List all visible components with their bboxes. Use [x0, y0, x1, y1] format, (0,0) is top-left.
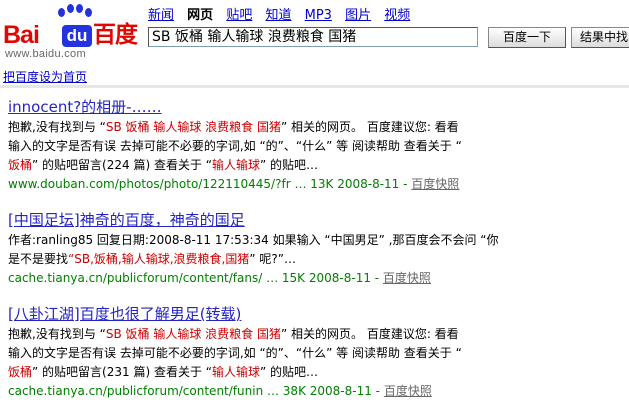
snippet-line: 抱歉,没有找到与 “SB 饭桶 输人输球 浪费粮食 国猪” 相关的网页。 百度建…	[8, 325, 628, 344]
snippet-line: 饭桶” 的贴吧留言(224 篇) 查看关于 “输人输球” 的贴吧…	[8, 156, 628, 175]
snippet-text: 抱歉,没有找到与 “	[8, 327, 106, 341]
result-item: [中国足坛]神奇的百度，神奇的国足 作者:ranling85 回复日期:2008…	[8, 211, 628, 287]
result-snippet: 作者:ranling85 回复日期:2008-8-11 17:53:34 如果输…	[8, 231, 628, 269]
highlighted-keyword: SB 饭桶 输人输球 浪费粮食 国猪	[105, 327, 281, 341]
set-homepage-link[interactable]: 把百度设为首页	[3, 68, 87, 85]
highlighted-keyword: 输人输球	[211, 365, 260, 379]
snippet-text: ” 呢?”…	[249, 252, 296, 266]
logo-text-du: du	[62, 25, 92, 47]
snippet-text: ” 的贴吧…	[260, 365, 319, 379]
snippet-text: 输入的文字是否有误 去掉可能不必要的字词,如 “的”、“什么” 等 阅读帮助 查…	[8, 346, 462, 360]
result-url-line: cache.tianya.cn/publicforum/content/fans…	[8, 269, 628, 287]
highlighted-keyword: SB 饭桶 输人输球 浪费粮食 国猪	[105, 120, 281, 134]
snippet-line: 输入的文字是否有误 去掉可能不必要的字词,如 “的”、“什么” 等 阅读帮助 查…	[8, 137, 628, 156]
highlighted-keyword: 输人输球	[211, 158, 260, 172]
result-title-link[interactable]: innocent?的相册-……	[8, 98, 628, 116]
snippet-line: 作者:ranling85 回复日期:2008-8-11 17:53:34 如果输…	[8, 231, 628, 250]
search-within-results-button[interactable]: 结果中找	[571, 27, 629, 48]
tab-mp3[interactable]: MP3	[305, 8, 332, 23]
cache-link[interactable]: 百度快照	[384, 384, 432, 398]
snippet-text: 是不是要找	[8, 252, 69, 266]
snippet-text: ” 相关的网页。 百度建议您: 看看	[280, 327, 459, 341]
result-title-link[interactable]: [八卦江湖]百度也很了解男足(转载)	[8, 305, 628, 323]
header-divider	[0, 85, 629, 88]
snippet-line: 是不是要找“SB,饭桶,输人输球,浪费粮食,国猪” 呢?”…	[8, 250, 628, 269]
highlighted-keyword: 饭桶	[8, 365, 33, 379]
snippet-text: ” 的贴吧留言(224 篇) 查看关于 “	[32, 158, 212, 172]
result-url: cache.tianya.cn/publicforum/content/fans…	[8, 271, 383, 285]
snippet-text: ” 的贴吧…	[260, 158, 319, 172]
snippet-line: 输入的文字是否有误 去掉可能不必要的字词,如 “的”、“什么” 等 阅读帮助 查…	[8, 344, 628, 363]
tab-news[interactable]: 新闻	[148, 8, 174, 23]
snippet-text: ” 相关的网页。 百度建议您: 看看	[280, 120, 459, 134]
snippet-text: 输入的文字是否有误 去掉可能不必要的字词,如 “的”、“什么” 等 阅读帮助 查…	[8, 139, 462, 153]
cache-link[interactable]: 百度快照	[383, 271, 431, 285]
snippet-line: 饭桶” 的贴吧留言(231 篇) 查看关于 “输人输球” 的贴吧…	[8, 363, 628, 382]
result-url-line: www.douban.com/photos/photo/122110445/?f…	[8, 175, 628, 193]
baidu-logo[interactable]: Bai du 百度 www.baidu.com	[3, 4, 141, 62]
snippet-text: ” 的贴吧留言(231 篇) 查看关于 “	[32, 365, 212, 379]
snippet-text: 抱歉,没有找到与 “	[8, 120, 106, 134]
tab-web: 网页	[187, 8, 214, 23]
nav-tabs: 新闻 网页 贴吧 知道 MP3 图片 视频	[148, 4, 419, 23]
highlighted-keyword: 饭桶	[8, 158, 33, 172]
snippet-text: 作者:ranling85 回复日期:2008-8-11 17:53:34 如果输…	[8, 233, 499, 247]
tab-tieba[interactable]: 贴吧	[226, 8, 252, 23]
cache-link[interactable]: 百度快照	[411, 177, 459, 191]
result-item: [八卦江湖]百度也很了解男足(转载) 抱歉,没有找到与 “SB 饭桶 输人输球 …	[8, 305, 628, 400]
logo-text-cn: 百度	[93, 22, 138, 48]
tab-images[interactable]: 图片	[345, 8, 371, 23]
result-item: innocent?的相册-…… 抱歉,没有找到与 “SB 饭桶 输人输球 浪费粮…	[8, 98, 628, 193]
result-snippet: 抱歉,没有找到与 “SB 饭桶 输人输球 浪费粮食 国猪” 相关的网页。 百度建…	[8, 325, 628, 382]
search-input[interactable]: SB 饭桶 输人输球 浪费粮食 国猪	[148, 27, 478, 47]
tab-zhidao[interactable]: 知道	[265, 8, 291, 23]
result-url-line: cache.tianya.cn/publicforum/content/funi…	[8, 382, 628, 400]
logo-text-bai: Bai	[3, 21, 40, 49]
result-url: cache.tianya.cn/publicforum/content/funi…	[8, 384, 384, 398]
snippet-line: 抱歉,没有找到与 “SB 饭桶 输人输球 浪费粮食 国猪” 相关的网页。 百度建…	[8, 118, 628, 137]
logo-url: www.baidu.com	[5, 48, 86, 60]
result-url: www.douban.com/photos/photo/122110445/?f…	[8, 177, 412, 191]
result-title-link[interactable]: [中国足坛]神奇的百度，神奇的国足	[8, 211, 628, 229]
highlighted-keyword: “SB,饭桶,输人输球,浪费粮食,国猪	[68, 252, 250, 266]
search-button[interactable]: 百度一下	[488, 27, 566, 48]
tab-video[interactable]: 视频	[384, 8, 410, 23]
result-snippet: 抱歉,没有找到与 “SB 饭桶 输人输球 浪费粮食 国猪” 相关的网页。 百度建…	[8, 118, 628, 175]
